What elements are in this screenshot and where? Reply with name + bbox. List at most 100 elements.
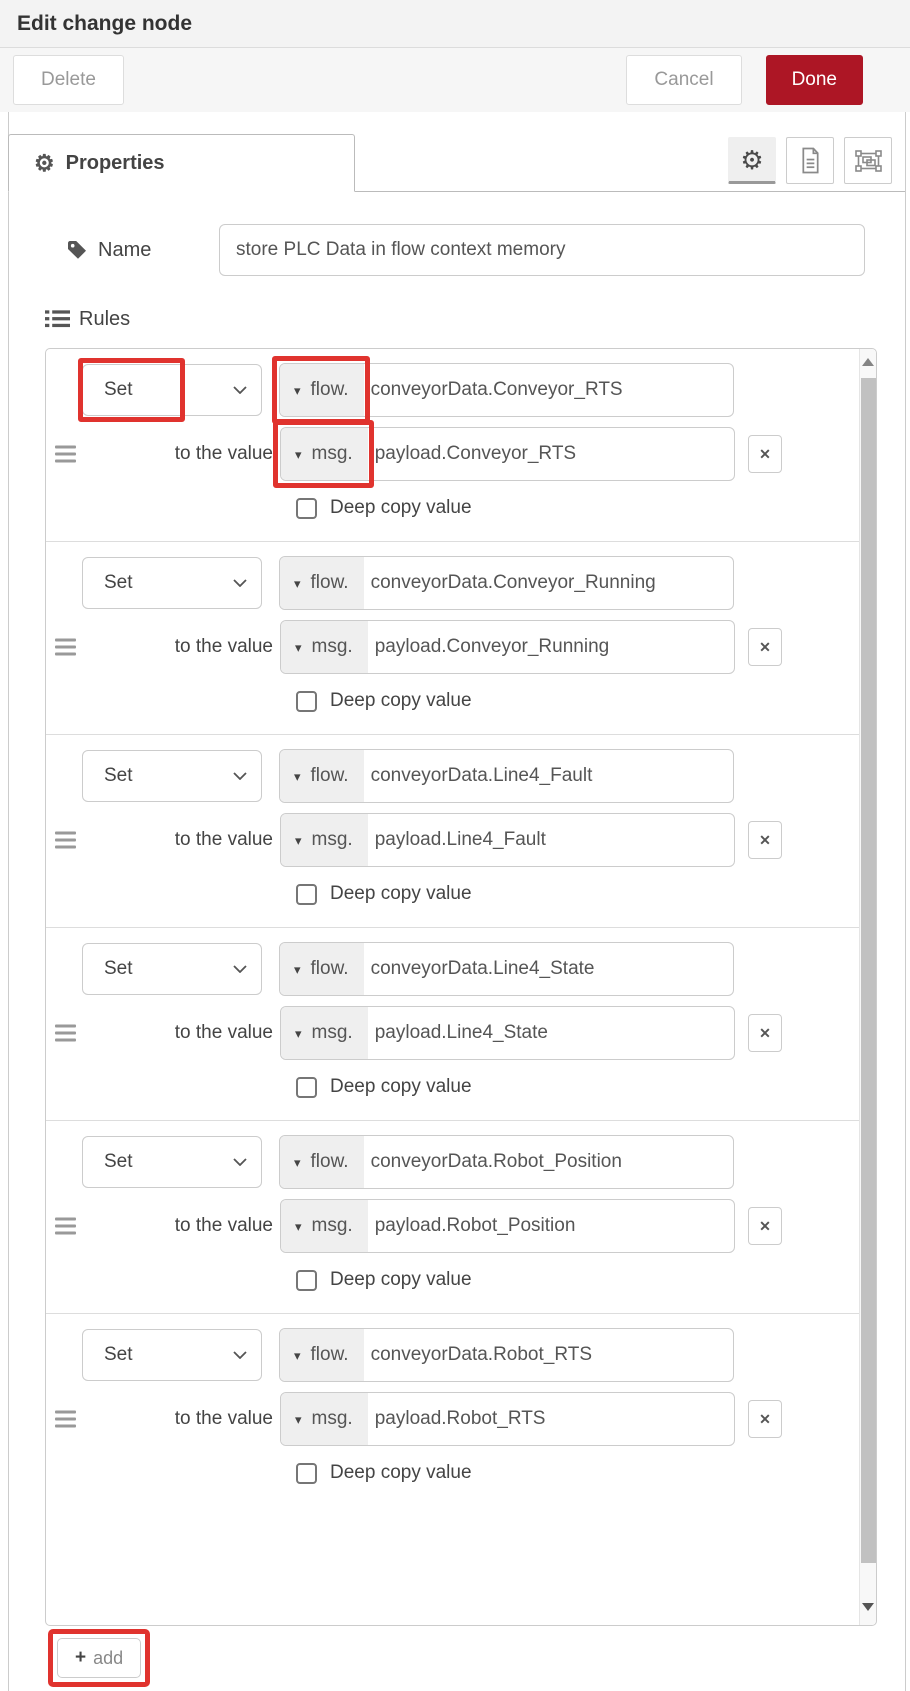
rule-action-select[interactable]: Set — [82, 364, 262, 416]
delete-rule-button[interactable]: ✕ — [748, 628, 782, 666]
object-group-icon — [855, 149, 882, 173]
rule-action-row: Set ▾ flow. — [46, 749, 859, 803]
rule-action-value: Set — [104, 958, 233, 980]
to-the-value-label: to the value — [46, 1022, 273, 1044]
add-button-wrap: + add — [57, 1638, 141, 1678]
property-type-button[interactable]: ▾ flow. — [280, 750, 364, 802]
done-button[interactable]: Done — [766, 55, 863, 105]
property-type-button[interactable]: ▾ flow. — [280, 943, 364, 995]
rule-value-row: to the value ▾ msg. ✕ — [46, 813, 859, 867]
property-input[interactable] — [364, 364, 733, 416]
deep-copy-checkbox[interactable] — [296, 884, 317, 905]
to-the-value-label: to the value — [46, 443, 273, 465]
drag-handle[interactable] — [55, 1218, 76, 1235]
drag-handle[interactable] — [55, 446, 76, 463]
rule-action-select[interactable]: Set — [82, 557, 262, 609]
property-input[interactable] — [364, 557, 733, 609]
delete-rule-button[interactable]: ✕ — [748, 821, 782, 859]
caret-down-icon: ▾ — [294, 770, 301, 783]
value-type-button[interactable]: ▾ msg. — [281, 428, 368, 480]
scrollbar-down-arrow[interactable] — [860, 1603, 876, 1611]
deep-copy-checkbox[interactable] — [296, 498, 317, 519]
value-input[interactable] — [368, 1200, 734, 1252]
tab-properties[interactable]: ⚙ Properties — [8, 134, 355, 192]
rule-action-select[interactable]: Set — [82, 1136, 262, 1188]
deep-copy-checkbox[interactable] — [296, 1077, 317, 1098]
properties-tab-label: Properties — [66, 152, 165, 175]
add-rule-button[interactable]: + add — [57, 1638, 141, 1678]
scrollbar-up-arrow[interactable] — [860, 358, 876, 366]
deep-copy-row: Deep copy value — [46, 1458, 859, 1488]
property-type-label: flow. — [311, 379, 349, 401]
drag-handle[interactable] — [55, 1411, 76, 1428]
value-input[interactable] — [368, 814, 734, 866]
caret-down-icon: ▾ — [294, 963, 301, 976]
value-input[interactable] — [368, 428, 734, 480]
to-the-value-label: to the value — [46, 1408, 273, 1430]
rules-scrollbar[interactable] — [859, 349, 876, 1625]
property-typed-input: ▾ flow. — [279, 1328, 734, 1382]
value-type-button[interactable]: ▾ msg. — [281, 621, 368, 673]
value-typed-input: ▾ msg. — [280, 1392, 735, 1446]
rule-action-row: Set ▾ flow. — [46, 1328, 859, 1382]
property-type-button[interactable]: ▾ flow. — [280, 1329, 364, 1381]
cancel-button[interactable]: Cancel — [626, 55, 741, 105]
name-input[interactable] — [219, 224, 865, 276]
rule-action-value: Set — [104, 572, 233, 594]
caret-down-icon: ▾ — [295, 641, 302, 654]
drag-handle[interactable] — [55, 1025, 76, 1042]
property-input[interactable] — [364, 1329, 733, 1381]
rule-action-select[interactable]: Set — [82, 750, 262, 802]
property-input[interactable] — [364, 943, 733, 995]
property-type-label: flow. — [311, 1344, 349, 1366]
deep-copy-checkbox[interactable] — [296, 1270, 317, 1291]
value-type-button[interactable]: ▾ msg. — [281, 1393, 368, 1445]
delete-rule-button[interactable]: ✕ — [748, 1400, 782, 1438]
chevron-down-icon — [233, 772, 247, 780]
document-icon — [799, 147, 822, 174]
value-type-button[interactable]: ▾ msg. — [281, 814, 368, 866]
appearance-button[interactable] — [844, 137, 892, 184]
value-type-label: msg. — [312, 1408, 353, 1430]
value-type-button[interactable]: ▾ msg. — [281, 1007, 368, 1059]
property-type-button[interactable]: ▾ flow. — [280, 364, 364, 416]
deep-copy-checkbox[interactable] — [296, 691, 317, 712]
change-rule: Set ▾ flow. to the value ▾ — [46, 349, 859, 542]
value-input[interactable] — [368, 1007, 734, 1059]
add-button-label: add — [93, 1648, 123, 1669]
chevron-down-icon — [233, 579, 247, 587]
caret-down-icon: ▾ — [294, 577, 301, 590]
scrollbar-thumb[interactable] — [861, 378, 876, 1563]
property-type-button[interactable]: ▾ flow. — [280, 1136, 364, 1188]
delete-rule-button[interactable]: ✕ — [748, 1207, 782, 1245]
value-input[interactable] — [368, 621, 734, 673]
property-input[interactable] — [364, 750, 733, 802]
value-type-button[interactable]: ▾ msg. — [281, 1200, 368, 1252]
change-rule: Set ▾ flow. to the value ▾ — [46, 928, 859, 1121]
rule-value-row: to the value ▾ msg. ✕ — [46, 1006, 859, 1060]
delete-button[interactable]: Delete — [13, 55, 124, 105]
property-type-button[interactable]: ▾ flow. — [280, 557, 364, 609]
properties-gear-button[interactable]: ⚙ — [728, 137, 776, 184]
delete-rule-button[interactable]: ✕ — [748, 1014, 782, 1052]
value-typed-input: ▾ msg. — [280, 620, 735, 674]
deep-copy-label: Deep copy value — [330, 883, 472, 905]
value-type-label: msg. — [312, 1215, 353, 1237]
deep-copy-checkbox[interactable] — [296, 1463, 317, 1484]
property-input[interactable] — [364, 1136, 733, 1188]
triangle-down-icon — [862, 1603, 874, 1611]
rule-action-value: Set — [104, 1344, 233, 1366]
rule-action-select[interactable]: Set — [82, 1329, 262, 1381]
delete-rule-button[interactable]: ✕ — [748, 435, 782, 473]
value-input[interactable] — [368, 1393, 734, 1445]
value-type-label: msg. — [312, 1022, 353, 1044]
deep-copy-row: Deep copy value — [46, 879, 859, 909]
rule-action-select[interactable]: Set — [82, 943, 262, 995]
chevron-down-icon — [233, 1351, 247, 1359]
chevron-down-icon — [233, 1158, 247, 1166]
description-button[interactable] — [786, 137, 834, 184]
drag-handle[interactable] — [55, 832, 76, 849]
drag-handle[interactable] — [55, 639, 76, 656]
caret-down-icon: ▾ — [295, 1413, 302, 1426]
rules-label-row: Rules — [37, 306, 877, 332]
